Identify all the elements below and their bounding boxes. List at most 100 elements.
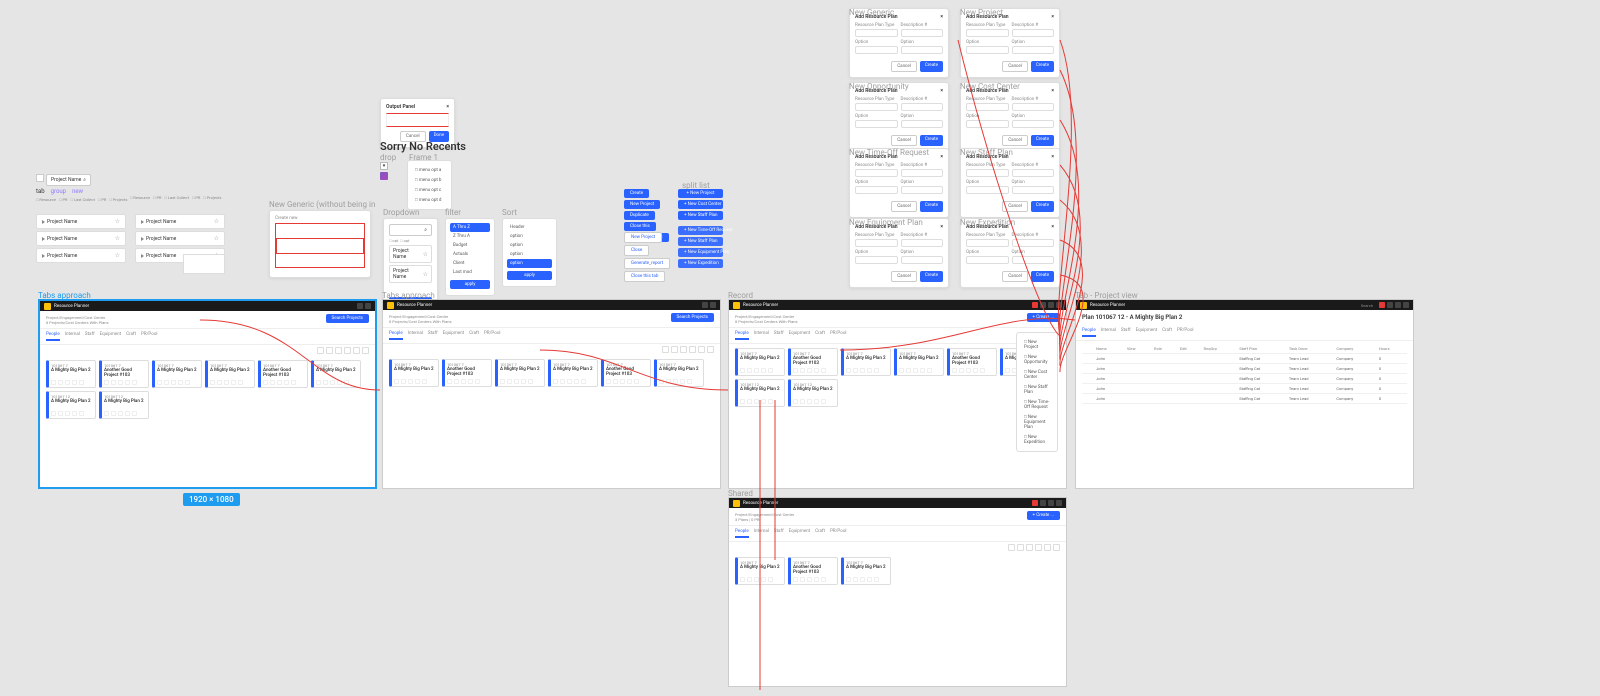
plan-card[interactable]: 101067 7A Mighty Big Plan 2	[495, 359, 545, 387]
menu-item[interactable]: □ New Time-Off Request	[1021, 397, 1053, 412]
filter-option[interactable]: Last mod	[450, 268, 490, 277]
plan-card[interactable]: 101067 12A Mighty Big Plan 2	[46, 391, 96, 419]
plan-card[interactable]: 101067 12A Mighty Big Plan 2	[735, 379, 785, 407]
plan-card[interactable]: 101067 7Another Good Project #103	[601, 359, 651, 387]
app-frame-tabs[interactable]: Resource Planner Project/Engagement/Cost…	[38, 299, 377, 489]
filter-option[interactable]: Z Thru A	[450, 232, 490, 241]
plan-card[interactable]: 101067 12A Mighty Big Plan 2	[99, 391, 149, 419]
tab[interactable]: PR/Pool	[1177, 328, 1194, 337]
desc-field[interactable]	[1012, 169, 1055, 177]
plan-card[interactable]: 101067 7A Mighty Big Plan 2	[311, 360, 361, 388]
menu-item[interactable]: □ menu opt a	[412, 165, 447, 175]
cancel-button[interactable]: Cancel	[891, 271, 917, 282]
menu-item[interactable]: □ menu opt d	[412, 195, 447, 205]
tab[interactable]: Craft	[126, 332, 136, 341]
filter-option[interactable]: Actuals	[450, 250, 490, 259]
sort-option[interactable]: Header	[507, 223, 552, 232]
tab[interactable]: Staff	[774, 331, 784, 340]
list-item[interactable]: Project Name☆	[389, 265, 432, 283]
menu-item[interactable]: □ menu opt c	[412, 185, 447, 195]
type-field[interactable]	[966, 169, 1009, 177]
cancel-button[interactable]: Cancel	[891, 135, 917, 146]
create-button[interactable]: Create	[1031, 61, 1054, 72]
cancel-button[interactable]: Cancel	[1002, 61, 1028, 72]
desc-field[interactable]	[1012, 103, 1055, 111]
type-field[interactable]	[966, 239, 1009, 247]
create-button[interactable]: Create	[1031, 271, 1054, 282]
tab[interactable]: Internal	[754, 331, 769, 340]
type-field[interactable]	[855, 169, 898, 177]
action-button[interactable]: Close this tab	[624, 271, 665, 282]
create-button[interactable]: Create	[920, 135, 943, 146]
search-input[interactable]: Project Name⌕	[46, 174, 91, 186]
close-icon[interactable]: ×	[1051, 88, 1054, 94]
tab[interactable]: People	[735, 529, 749, 538]
tab[interactable]: People	[389, 331, 403, 340]
tab[interactable]: PR/Pool	[830, 529, 847, 538]
sort-option[interactable]: option	[507, 232, 552, 241]
star-icon[interactable]: ☆	[115, 218, 120, 225]
table-row[interactable]: JohnStaffing CatTeam LeadCompany0	[1082, 364, 1407, 374]
plan-card[interactable]: 101067 12A Mighty Big Plan 2	[788, 379, 838, 407]
create-button[interactable]: Create	[920, 61, 943, 72]
action-button[interactable]: Duplicate	[624, 211, 655, 220]
action-button[interactable]: Generate_report	[624, 258, 670, 269]
action-button[interactable]: New Project	[624, 232, 662, 243]
type-field[interactable]	[966, 29, 1009, 37]
plan-card[interactable]: 101067 7Another Good Project #103	[258, 360, 308, 388]
desc-field[interactable]	[901, 169, 944, 177]
action-button[interactable]: + New Expedition	[678, 259, 723, 268]
plan-card[interactable]: 101067 7A Mighty Big Plan 2	[654, 359, 704, 387]
plan-card[interactable]: 101067 7Another Good Project #103	[99, 360, 149, 388]
tab[interactable]: Internal	[754, 529, 769, 538]
cancel-button[interactable]: Cancel	[891, 201, 917, 212]
table-row[interactable]: JohnStaffing CatTeam LeadCompany0	[1082, 374, 1407, 384]
search-input[interactable]: ⌕	[389, 224, 432, 236]
list-item[interactable]: Project Name☆	[36, 248, 126, 263]
desc-field[interactable]	[901, 103, 944, 111]
plan-card[interactable]: 101067 7A Mighty Big Plan 2	[841, 348, 891, 376]
list-item[interactable]: Project Name☆	[135, 231, 225, 246]
filter-option[interactable]: Budget	[450, 241, 490, 250]
plan-card[interactable]: 101067 7A Mighty Big Plan 2	[735, 348, 785, 376]
cancel-button[interactable]: Cancel	[891, 61, 917, 72]
tab[interactable]: PR/Pool	[484, 331, 501, 340]
plan-card[interactable]: 101067 7A Mighty Big Plan 2	[894, 348, 944, 376]
sort-option[interactable]: option	[507, 250, 552, 259]
create-button[interactable]: Create	[1031, 135, 1054, 146]
close-icon[interactable]: ×	[1051, 14, 1054, 20]
table-row[interactable]: JohnStaffing CatTeam LeadCompany0	[1082, 384, 1407, 394]
tab[interactable]: People	[1082, 328, 1096, 337]
sort-option[interactable]: option	[507, 241, 552, 250]
type-field[interactable]	[855, 103, 898, 111]
menu-item[interactable]: □ New Project	[1021, 337, 1053, 352]
create-button[interactable]: Create	[1031, 201, 1054, 212]
search-button[interactable]: Search Projects	[326, 314, 369, 323]
create-button[interactable]: Create	[920, 201, 943, 212]
plan-card[interactable]: 101067 7A Mighty Big Plan 2	[735, 557, 785, 585]
apply-button[interactable]: apply	[450, 280, 490, 289]
list-item[interactable]: Project Name☆	[36, 231, 126, 246]
action-button[interactable]: + New Time-Off Request	[678, 226, 723, 235]
tab[interactable]: Staff	[85, 332, 95, 341]
desc-field[interactable]	[1012, 29, 1055, 37]
plan-card[interactable]: 101067 7Another Good Project #103	[788, 348, 838, 376]
tab[interactable]: Equipment	[443, 331, 464, 340]
desc-field[interactable]	[1012, 239, 1055, 247]
close-icon[interactable]: ×	[940, 14, 943, 20]
cancel-button[interactable]: Cancel	[1002, 201, 1028, 212]
tab[interactable]: PR/Pool	[141, 332, 158, 341]
tab[interactable]: Equipment	[1136, 328, 1157, 337]
tab[interactable]: Equipment	[789, 529, 810, 538]
type-field[interactable]	[966, 103, 1009, 111]
create-button[interactable]: Create	[920, 271, 943, 282]
plan-card[interactable]: 101067 7A Mighty Big Plan 2	[389, 359, 439, 387]
plan-card[interactable]: 101067 7A Mighty Big Plan 2	[841, 557, 891, 585]
cancel-button[interactable]: Cancel	[1002, 135, 1028, 146]
plan-card[interactable]: 101067 7Another Good Project #103	[947, 348, 997, 376]
list-item[interactable]: Project Name☆	[389, 245, 432, 263]
sort-option[interactable]: option	[507, 259, 552, 268]
menu-item[interactable]: □ New Staff Plan	[1021, 382, 1053, 397]
tab[interactable]: People	[46, 332, 60, 341]
action-button[interactable]: + New Staff Plan	[678, 211, 723, 220]
